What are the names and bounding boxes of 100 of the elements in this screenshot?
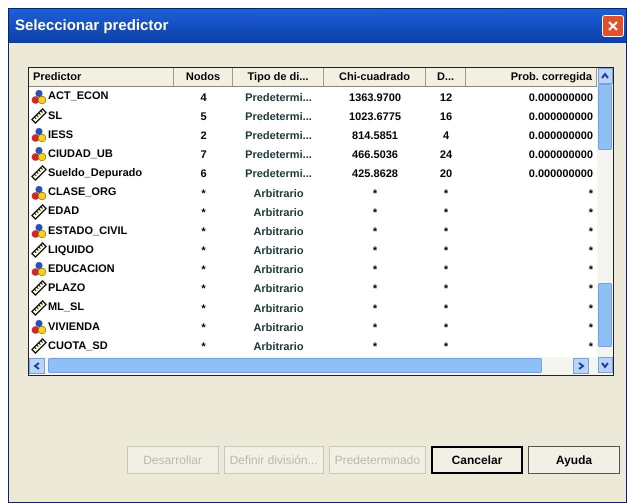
- table-cell: *: [588, 245, 593, 258]
- table-cell: Arbitrario: [253, 322, 304, 334]
- table-cell: Arbitrario: [253, 226, 304, 238]
- table-cell: 4: [442, 130, 450, 142]
- table-cell: 1023.6775: [349, 110, 401, 123]
- scroll-left-button[interactable]: [29, 358, 45, 374]
- table-cell: Predetermi...: [245, 168, 312, 180]
- table-cell: Arbitrario: [253, 341, 304, 354]
- table-row[interactable]: ACT_ECON 4 Predetermi... 1363.9700 12 0.000000000: [29, 87, 597, 106]
- nominal-icon: [31, 88, 47, 105]
- predictor-name: EDAD: [48, 204, 80, 220]
- table-row[interactable]: SL 5 Predetermi... 1023.6775 16 0.000000000: [29, 106, 597, 126]
- predictor-name: CUOTA_SD: [48, 338, 108, 354]
- nominal-icon: [31, 126, 47, 143]
- table-row[interactable]: CLASE_ORG * Arbitrario * * *: [29, 182, 597, 202]
- predictor-name: IESS: [48, 128, 74, 143]
- table-row[interactable]: Sueldo_Depurado 6 Predetermi... 425.8628 20 0.000000000: [29, 164, 597, 183]
- table-cell: *: [444, 226, 448, 238]
- table-cell: *: [588, 341, 593, 354]
- table-cell: *: [588, 322, 593, 334]
- table-cell: *: [201, 188, 206, 200]
- table-row[interactable]: VIVIENDA * Arbitrario * * *: [29, 317, 597, 336]
- table-cell: 20: [440, 168, 452, 180]
- table-row[interactable]: EDAD * Arbitrario * * *: [29, 202, 597, 222]
- table-row[interactable]: LIQUIDO * Arbitrario * * *: [29, 240, 597, 260]
- nominal-icon: [31, 222, 47, 239]
- table-cell: *: [201, 283, 206, 296]
- predictor-name: ML_SL: [48, 300, 84, 316]
- column-header[interactable]: Predictor: [29, 68, 174, 86]
- horizontal-scrollbar[interactable]: [29, 356, 597, 375]
- nominal-icon: [31, 318, 47, 335]
- table-cell: *: [372, 283, 378, 296]
- table-cell: 0.000000000: [528, 168, 593, 180]
- table-cell: *: [588, 226, 593, 238]
- table-cell: *: [588, 264, 593, 276]
- nominal-icon: [31, 261, 47, 278]
- table-cell: *: [372, 302, 378, 315]
- column-header[interactable]: D...: [426, 68, 466, 86]
- table-row[interactable]: CIUDAD_UB 7 Predetermi... 466.5036 24 0.000000000: [29, 144, 597, 164]
- column-header[interactable]: Nodos: [174, 68, 233, 86]
- table-cell: 0.000000000: [528, 130, 593, 142]
- table-cell: *: [444, 264, 448, 276]
- table-cell: Predetermi...: [245, 110, 312, 123]
- scroll-down-button[interactable]: [598, 356, 612, 373]
- table-cell: *: [444, 283, 448, 296]
- table-cell: 12: [440, 92, 452, 104]
- table-cell: 425.8628: [352, 168, 398, 180]
- table-cell: *: [201, 302, 206, 315]
- table-row[interactable]: ESTADO_CIVIL * Arbitrario * * *: [29, 221, 597, 240]
- table-cell: *: [588, 206, 593, 219]
- column-header[interactable]: Chi-cuadrado: [324, 68, 426, 86]
- table-cell: 0.000000000: [528, 92, 593, 104]
- predictor-name: EDUCACION: [48, 262, 115, 278]
- scroll-up-button[interactable]: [598, 68, 612, 84]
- table-cell: 466.5036: [352, 149, 398, 162]
- table-cell: Predetermi...: [245, 149, 312, 162]
- table-cell: *: [372, 264, 378, 276]
- table-cell: Predetermi...: [245, 92, 312, 104]
- table-cell: *: [444, 322, 448, 334]
- table-cell: *: [372, 322, 378, 334]
- table-cell: *: [201, 322, 206, 334]
- table-cell: Arbitrario: [253, 302, 304, 315]
- table-cell: 6: [200, 168, 207, 180]
- scroll-thumb[interactable]: [598, 84, 612, 150]
- table-cell: 16: [440, 110, 452, 123]
- table-cell: *: [372, 245, 378, 258]
- predictor-name: ESTADO_CIVIL: [48, 224, 128, 239]
- predictor-name: PLAZO: [48, 281, 86, 296]
- predictor-name: SL: [48, 108, 62, 124]
- table-cell: Arbitrario: [253, 283, 304, 296]
- table-cell: *: [372, 341, 378, 354]
- table-cell: 7: [200, 149, 207, 162]
- scroll-right-button[interactable]: [573, 358, 589, 374]
- table-row[interactable]: CUOTA_SD * Arbitrario * * *: [29, 336, 597, 356]
- table-cell: *: [444, 245, 448, 258]
- table-cell: *: [444, 206, 448, 219]
- dialog-button[interactable]: Ayuda: [528, 446, 620, 474]
- scroll-thumb[interactable]: [598, 283, 612, 347]
- dialog-button[interactable]: Cancelar: [431, 446, 523, 474]
- close-button[interactable]: [602, 15, 624, 37]
- table-cell: *: [444, 188, 448, 200]
- vertical-scrollbar[interactable]: [597, 68, 613, 375]
- column-header[interactable]: Tipo de di...: [233, 68, 324, 86]
- table-cell: Arbitrario: [253, 264, 304, 276]
- scroll-thumb[interactable]: [48, 358, 542, 374]
- predictor-name: CLASE_ORG: [48, 185, 116, 200]
- table-row[interactable]: ML_SL * Arbitrario * * *: [29, 298, 597, 318]
- table-row[interactable]: EDUCACION * Arbitrario * * *: [29, 260, 597, 279]
- table-cell: Predetermi...: [245, 130, 312, 142]
- table-cell: *: [372, 226, 378, 238]
- table-cell: *: [444, 302, 448, 315]
- table-cell: 2: [200, 130, 207, 142]
- table-row[interactable]: PLAZO * Arbitrario * * *: [29, 278, 597, 298]
- table-cell: 1363.9700: [349, 92, 401, 104]
- table-cell: *: [372, 188, 378, 200]
- table-cell: *: [201, 341, 206, 354]
- table-row[interactable]: IESS 2 Predetermi... 814.5851 4 0.000000000: [29, 125, 597, 145]
- table-cell: *: [444, 341, 448, 354]
- table-cell: 5: [200, 110, 207, 123]
- table-cell: *: [588, 283, 593, 296]
